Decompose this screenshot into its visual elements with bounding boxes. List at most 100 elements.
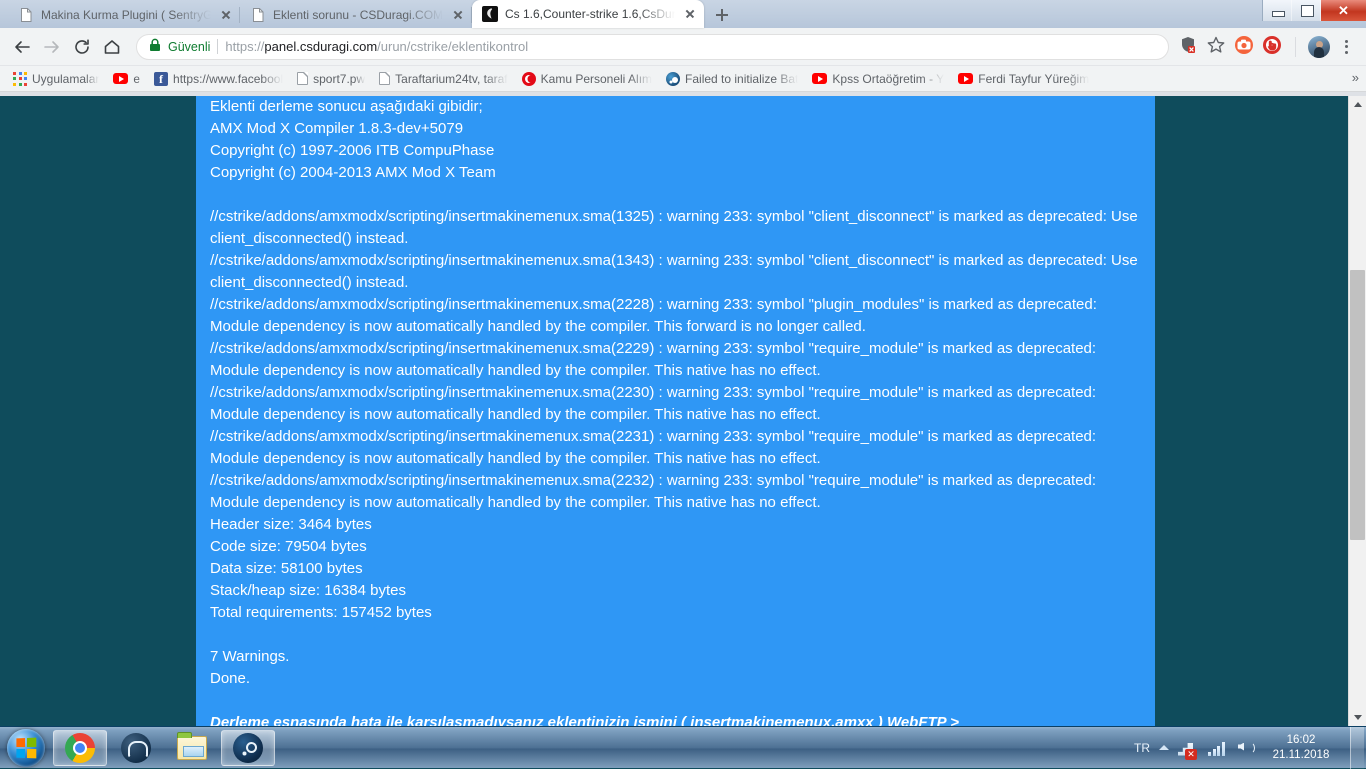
avatar[interactable]	[1308, 36, 1330, 58]
bookmark-apps[interactable]: Uygulamalar	[6, 68, 106, 90]
headset-icon	[121, 733, 151, 763]
output-warning-line: //cstrike/addons/amxmodx/scripting/inser…	[210, 294, 1141, 338]
show-desktop-button[interactable]	[1350, 727, 1364, 769]
tab-title: Eklenti sorunu - CSDuragi.COM F	[273, 8, 443, 22]
tab-title: Makina Kurma Plugini ( SentryGu	[41, 8, 211, 22]
language-indicator[interactable]: TR	[1134, 741, 1150, 755]
bookmark-item-youtube-e[interactable]: e	[106, 68, 147, 90]
shield-blocked-icon[interactable]	[1177, 34, 1203, 60]
output-line-stack-heap-size: Stack/heap size: 16384 bytes	[210, 580, 1141, 602]
bookmark-item-ferdi-tayfur[interactable]: Ferdi Tayfur Yüreğim	[951, 68, 1096, 90]
output-warning-line: //cstrike/addons/amxmodx/scripting/inser…	[210, 250, 1141, 294]
taskbar-item-headset-app[interactable]	[109, 730, 163, 766]
three-dots-menu-icon[interactable]	[1336, 34, 1358, 60]
bookmark-label: Uygulamalar	[32, 72, 99, 86]
output-line-data-size: Data size: 58100 bytes	[210, 558, 1141, 580]
taskbar-item-steam[interactable]	[221, 730, 275, 766]
youtube-icon	[812, 73, 827, 84]
output-line-header-size: Header size: 3464 bytes	[210, 514, 1141, 536]
scrollbar-thumb[interactable]	[1350, 270, 1365, 540]
output-line-done: Done.	[210, 668, 1141, 690]
output-line-warning-count: 7 Warnings.	[210, 646, 1141, 668]
output-warning-line: //cstrike/addons/amxmodx/scripting/inser…	[210, 382, 1141, 426]
back-arrow-icon[interactable]	[8, 33, 36, 61]
clock[interactable]: 16:02 21.11.2018	[1265, 733, 1337, 763]
page-icon	[18, 7, 34, 23]
page-scrollbar[interactable]	[1348, 96, 1366, 726]
forward-arrow-icon[interactable]	[38, 33, 66, 61]
omnibox-divider	[217, 39, 218, 54]
toolbar-divider	[1295, 37, 1296, 57]
counter-strike-icon	[482, 6, 498, 22]
taskbar-item-chrome[interactable]	[53, 730, 107, 766]
bookmark-item-kpss[interactable]: Kpss Ortaöğretim - Y	[805, 68, 951, 90]
bookmark-label: Ferdi Tayfur Yüreğim	[978, 72, 1089, 86]
facebook-icon: f	[154, 72, 168, 86]
browser-window: Makina Kurma Plugini ( SentryGu Eklenti …	[0, 0, 1366, 726]
bookmark-item-facebook[interactable]: f https://www.facebool	[147, 68, 290, 90]
folder-icon	[177, 736, 207, 760]
signal-bars-icon[interactable]	[1207, 738, 1227, 758]
clock-date: 21.11.2018	[1269, 748, 1333, 763]
bookmark-label: sport7.pw	[313, 72, 365, 86]
output-line: Copyright (c) 2004-2013 AMX Mod X Team	[210, 162, 1141, 184]
tab-strip: Makina Kurma Plugini ( SentryGu Eklenti …	[0, 0, 1366, 28]
window-controls: ✕	[1262, 0, 1366, 21]
bookmark-label: Kpss Ortaöğretim - Y	[832, 72, 944, 86]
steam-icon	[233, 733, 263, 763]
output-line: Copyright (c) 1997-2006 ITB CompuPhase	[210, 140, 1141, 162]
bookmarks-overflow-button[interactable]: »	[1352, 70, 1358, 85]
reload-icon[interactable]	[68, 33, 96, 61]
bookmark-label: e	[133, 72, 140, 86]
home-icon[interactable]	[98, 33, 126, 61]
taskbar-item-file-explorer[interactable]	[165, 730, 219, 766]
close-icon[interactable]	[450, 7, 466, 23]
scroll-down-arrow-icon[interactable]	[1349, 709, 1366, 726]
bookmark-item-taraftarium24tv[interactable]: Taraftarium24tv, taraf	[372, 68, 515, 90]
bookmark-item-failed-to-initialize[interactable]: Failed to initialize Bat	[659, 68, 805, 90]
browser-toolbar: Güvenli https://panel.csduragi.com/urun/…	[0, 28, 1366, 66]
volume-icon[interactable]	[1236, 738, 1256, 758]
bookmark-item-kamu-personeli[interactable]: Kamu Personeli Alım	[515, 68, 659, 90]
browser-tab-3[interactable]: Cs 1.6,Counter-strike 1.6,CsDurag	[472, 0, 704, 28]
new-tab-button[interactable]	[708, 4, 736, 26]
page-icon	[250, 7, 266, 23]
chrome-icon	[65, 733, 95, 763]
webftp-instruction-text: Derleme esnasında hata ile karşılaşmadıy…	[210, 712, 1141, 726]
youtube-icon	[113, 73, 128, 84]
maximize-button[interactable]	[1292, 0, 1321, 21]
bookmark-item-sport7[interactable]: sport7.pw	[290, 68, 372, 90]
page-icon	[379, 72, 390, 85]
bookmarks-bar: Uygulamalar e f https://www.facebool spo…	[0, 66, 1366, 92]
output-warning-line: //cstrike/addons/amxmodx/scripting/inser…	[210, 470, 1141, 514]
bookmark-label: https://www.facebool	[173, 72, 283, 86]
output-spacer	[210, 690, 1141, 712]
tab-title: Cs 1.6,Counter-strike 1.6,CsDurag	[505, 7, 675, 21]
windows-taskbar: TR 16:02 21.11.2018	[0, 726, 1366, 768]
show-hidden-icons-icon[interactable]	[1159, 745, 1169, 750]
address-bar[interactable]: Güvenli https://panel.csduragi.com/urun/…	[136, 34, 1169, 60]
close-icon[interactable]	[218, 7, 234, 23]
apps-grid-icon	[13, 72, 27, 86]
page-viewport: Eklenti derleme sonucu aşağıdaki gibidir…	[0, 96, 1366, 726]
output-line: AMX Mod X Compiler 1.8.3-dev+5079	[210, 118, 1141, 140]
compiler-output-panel: Eklenti derleme sonucu aşağıdaki gibidir…	[196, 96, 1155, 726]
adblock-icon[interactable]	[1261, 34, 1287, 60]
start-button[interactable]	[0, 728, 52, 768]
network-blocked-icon[interactable]	[1178, 738, 1198, 758]
bookmark-star-icon[interactable]	[1205, 34, 1231, 60]
turkey-flag-icon	[522, 72, 536, 86]
browser-tab-1[interactable]: Makina Kurma Plugini ( SentryGu	[8, 2, 240, 28]
close-window-button[interactable]: ✕	[1321, 0, 1366, 21]
output-line-code-size: Code size: 79504 bytes	[210, 536, 1141, 558]
steam-icon	[666, 72, 680, 86]
bookmark-label: Taraftarium24tv, taraf	[395, 72, 508, 86]
output-warning-line: //cstrike/addons/amxmodx/scripting/inser…	[210, 206, 1141, 250]
bookmark-label: Failed to initialize Bat	[685, 72, 798, 86]
screenshot-camera-icon[interactable]	[1233, 34, 1259, 60]
browser-tab-2[interactable]: Eklenti sorunu - CSDuragi.COM F	[240, 2, 472, 28]
output-spacer	[210, 624, 1141, 646]
scroll-up-arrow-icon[interactable]	[1349, 96, 1366, 113]
minimize-button[interactable]	[1263, 0, 1292, 21]
close-icon[interactable]	[682, 6, 698, 22]
